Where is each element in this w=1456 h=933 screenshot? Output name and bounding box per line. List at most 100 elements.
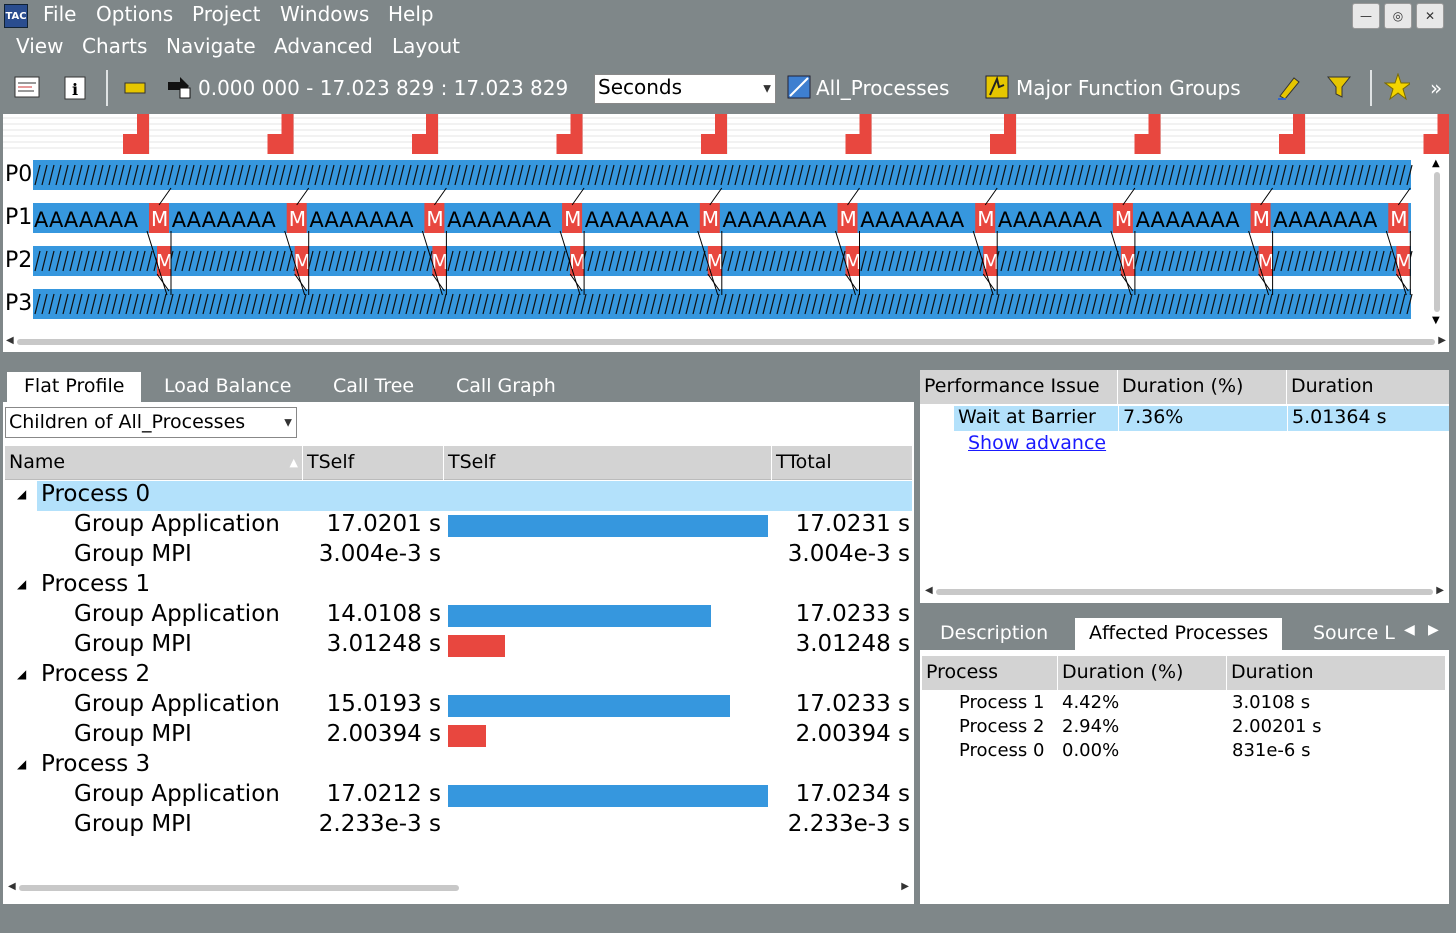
star-burst-icon[interactable]: [1384, 73, 1410, 101]
scroll-right-icon[interactable]: ▶: [1436, 585, 1444, 596]
profile-horizontal-scrollbar[interactable]: ◀ ▶: [5, 880, 912, 894]
app-activity-label: AAAAAAA: [172, 208, 277, 232]
tself-value: 2.233e-3 s: [318, 811, 441, 837]
menu-file[interactable]: File: [43, 2, 76, 26]
highlight-pen-icon[interactable]: [1276, 74, 1302, 100]
scroll-down-icon[interactable]: ▼: [1432, 315, 1440, 326]
function-group-label[interactable]: Major Function Groups: [1016, 76, 1241, 100]
svg-text:i: i: [72, 80, 78, 99]
group-row[interactable]: Group Application 14.0108 s 17.0233 s: [7, 601, 912, 631]
process-group-icon[interactable]: [786, 74, 812, 100]
expand-toggle-icon[interactable]: ◢: [17, 577, 26, 591]
column-process[interactable]: Process: [922, 656, 1058, 690]
expand-toggle-icon[interactable]: ◢: [17, 667, 26, 681]
ruler-mpi-bar: [570, 114, 583, 154]
process-row[interactable]: ◢ Process 2: [7, 661, 912, 691]
ruler-mpi-step: [267, 134, 282, 154]
affected-pct: 2.94%: [1062, 716, 1120, 737]
message-line: [847, 187, 860, 206]
row-name: Process 0: [41, 481, 151, 507]
menu-navigate[interactable]: Navigate: [166, 34, 256, 58]
message-line: [431, 273, 445, 292]
event-timeline[interactable]: P0 P1 P2 P3 AAAAAAA AAAAAAA AAAAAAA AAAAAAA…: [3, 114, 1449, 352]
column-name[interactable]: Name ▲: [5, 446, 303, 480]
menu-advanced[interactable]: Advanced: [274, 34, 373, 58]
timeline-horizontal-scrollbar[interactable]: ◀ ▶: [3, 334, 1449, 348]
performance-horizontal-scrollbar[interactable]: ◀ ▶: [922, 584, 1447, 598]
scroll-left-icon[interactable]: ◀: [6, 335, 14, 346]
column-tself-bar[interactable]: TSelf: [444, 446, 772, 480]
menu-project[interactable]: Project: [192, 2, 260, 26]
scroll-right-icon[interactable]: ▶: [901, 881, 909, 892]
tab-scroll-left-icon[interactable]: ◀: [1404, 622, 1415, 638]
timeline-rows[interactable]: AAAAAAA AAAAAAA AAAAAAA AAAAAAA AAAAAAA AAAAA…: [33, 158, 1413, 324]
secondary-menubar: View Charts Navigate Advanced Layout: [0, 32, 1456, 64]
process-row[interactable]: ◢ Process 0: [7, 481, 912, 511]
column-performance-issue[interactable]: Performance Issue: [920, 370, 1118, 404]
row-name: Process 1: [41, 571, 151, 597]
tab-call-graph[interactable]: Call Graph: [439, 372, 573, 402]
restore-icon[interactable]: ◎: [1384, 3, 1412, 29]
zoom-arrow-icon[interactable]: [166, 74, 192, 100]
column-duration[interactable]: Duration: [1287, 370, 1449, 404]
menu-view[interactable]: View: [16, 34, 63, 58]
tab-scroll-right-icon[interactable]: ▶: [1428, 622, 1439, 638]
column-duration[interactable]: Duration: [1227, 656, 1445, 690]
menu-layout[interactable]: Layout: [392, 34, 460, 58]
message-line: [1258, 273, 1272, 292]
group-row[interactable]: Group MPI 2.00394 s 2.00394 s: [7, 721, 912, 751]
show-advanced-link[interactable]: Show advance: [968, 432, 1118, 458]
tab-affected-processes[interactable]: Affected Processes: [1075, 618, 1283, 650]
scroll-right-icon[interactable]: ▶: [1438, 335, 1446, 346]
group-row[interactable]: Group Application 17.0212 s 17.0234 s: [7, 781, 912, 811]
function-group-icon[interactable]: [984, 74, 1010, 100]
tab-description[interactable]: Description: [926, 618, 1062, 650]
column-name-label: Name: [9, 451, 66, 473]
group-row[interactable]: Group MPI 2.233e-3 s 2.233e-3 s: [7, 811, 912, 841]
menu-help[interactable]: Help: [388, 2, 434, 26]
process-row[interactable]: ◢ Process 3: [7, 751, 912, 781]
filter-icon[interactable]: [1326, 74, 1352, 100]
children-filter-select[interactable]: Children of All_Processes ▼: [5, 407, 297, 438]
affected-process-row[interactable]: Process 0 0.00% 831e-6 s: [920, 740, 1449, 764]
performance-issue-row[interactable]: Wait at Barrier 7.36% 5.01364 s: [920, 406, 1449, 431]
group-row[interactable]: Group MPI 3.01248 s 3.01248 s: [7, 631, 912, 661]
group-row[interactable]: Group MPI 3.004e-3 s 3.004e-3 s: [7, 541, 912, 571]
affected-process-row[interactable]: Process 2 2.94% 2.00201 s: [920, 716, 1449, 740]
time-unit-select[interactable]: Seconds ▼: [594, 74, 776, 104]
function-profile-icon[interactable]: [14, 74, 40, 100]
tab-source-location[interactable]: Source L: [1299, 618, 1399, 650]
toolbar-overflow-icon[interactable]: »: [1430, 76, 1442, 100]
group-row[interactable]: Group Application 17.0201 s 17.0231 s: [7, 511, 912, 541]
column-duration-pct[interactable]: Duration (%): [1058, 656, 1227, 690]
column-ttotal[interactable]: TTotal: [772, 446, 912, 480]
column-duration-pct[interactable]: Duration (%): [1118, 370, 1287, 404]
tself-bar: [448, 695, 730, 717]
minimize-icon[interactable]: —: [1352, 3, 1380, 29]
scroll-left-icon[interactable]: ◀: [925, 585, 933, 596]
expand-toggle-icon[interactable]: ◢: [17, 487, 26, 501]
process-row[interactable]: ◢ Process 1: [7, 571, 912, 601]
tab-call-tree[interactable]: Call Tree: [316, 372, 431, 402]
time-unit-value: Seconds: [598, 75, 683, 99]
column-tself[interactable]: TSelf: [303, 446, 444, 480]
message-line: [294, 273, 308, 292]
ruler-mpi-bar: [1437, 114, 1449, 154]
ruler-icon[interactable]: [122, 74, 148, 100]
scroll-left-icon[interactable]: ◀: [8, 881, 16, 892]
children-filter-value: Children of All_Processes: [9, 411, 246, 433]
close-icon[interactable]: ✕: [1416, 3, 1444, 29]
menu-windows[interactable]: Windows: [280, 2, 369, 26]
scroll-up-icon[interactable]: ▲: [1432, 158, 1440, 169]
main-menubar: TAC File Options Project Windows Help — …: [0, 0, 1456, 32]
group-row[interactable]: Group Application 15.0193 s 17.0233 s: [7, 691, 912, 721]
affected-process-row[interactable]: Process 1 4.42% 3.0108 s: [920, 692, 1449, 716]
tab-load-balance[interactable]: Load Balance: [147, 372, 308, 402]
info-icon[interactable]: i: [62, 74, 88, 100]
tab-flat-profile[interactable]: Flat Profile: [7, 372, 142, 402]
menu-charts[interactable]: Charts: [82, 34, 147, 58]
menu-options[interactable]: Options: [96, 2, 173, 26]
timeline-vertical-scrollbar[interactable]: ▲ ▼: [1429, 158, 1445, 326]
process-group-label[interactable]: All_Processes: [816, 76, 949, 100]
expand-toggle-icon[interactable]: ◢: [17, 757, 26, 771]
